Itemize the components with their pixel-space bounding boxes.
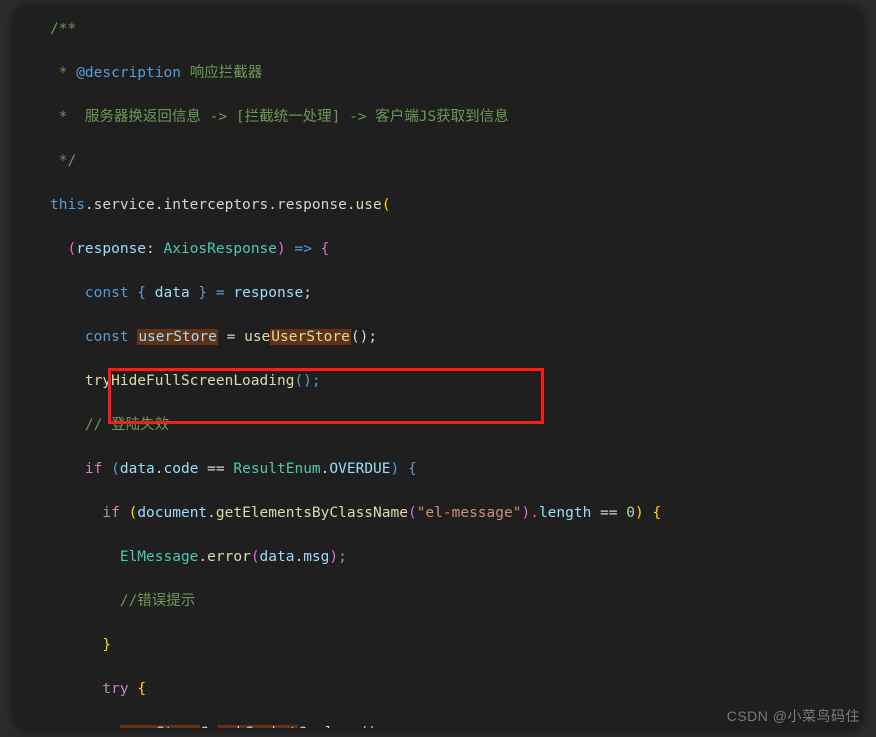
brace: {	[129, 285, 155, 301]
method-use: use	[356, 197, 382, 213]
op-eq: ==	[198, 461, 233, 477]
fn-userstore: UserStore	[270, 329, 351, 345]
var-data: data	[155, 285, 190, 301]
enum-resultenum: ResultEnum	[233, 461, 320, 477]
var-document: document	[137, 505, 207, 521]
paren: (	[102, 461, 119, 477]
fn-close: close	[316, 725, 360, 728]
fn-error: error	[207, 549, 251, 565]
paren: )	[277, 241, 294, 257]
parens: ();	[294, 373, 320, 389]
indent	[50, 461, 85, 477]
comment: /**	[50, 21, 76, 37]
paren: ).	[521, 505, 538, 521]
prop-websocket: webSocket	[218, 725, 299, 728]
comment: */	[50, 153, 76, 169]
dot: .	[294, 549, 303, 565]
comment: //错误提示	[120, 593, 195, 609]
paren: (	[382, 197, 391, 213]
indent: (	[50, 241, 76, 257]
brace: {	[129, 681, 146, 697]
parens: ();	[360, 725, 386, 728]
number-zero: 0	[626, 505, 635, 521]
enum-overdue: OVERDUE	[329, 461, 390, 477]
param-response: response	[76, 241, 146, 257]
indent	[50, 505, 102, 521]
indent	[50, 681, 102, 697]
comment: // 登陆失效	[85, 417, 169, 433]
indent	[50, 417, 85, 433]
prop-length: length	[539, 505, 591, 521]
op-optional: ?.	[298, 725, 315, 728]
comment: * 服务器换返回信息 -> [拦截统一处理] -> 客户端JS获取到信息	[50, 109, 509, 125]
string-el-message: "el-message"	[417, 505, 522, 521]
jsdoc-tag: @description	[76, 65, 181, 81]
var-userstore: userStore	[120, 725, 201, 728]
brace-close: }	[50, 637, 111, 653]
indent	[50, 373, 85, 389]
brace: ) {	[391, 461, 417, 477]
dot: .	[155, 461, 164, 477]
arrow: =>	[294, 241, 311, 257]
paren: (	[408, 505, 417, 521]
comment: 响应拦截器	[181, 65, 262, 81]
prop-code: code	[164, 461, 199, 477]
brace: } =	[190, 285, 234, 301]
paren: );	[329, 549, 346, 565]
var-userstore: userStore	[137, 329, 218, 345]
keyword-this: this	[50, 197, 85, 213]
watermark: CSDN @小菜鸟码住	[727, 705, 860, 727]
keyword-if: if	[85, 461, 102, 477]
var-response: response	[233, 285, 303, 301]
dot: .	[198, 549, 207, 565]
var-data: data	[120, 461, 155, 477]
parens: ();	[351, 329, 377, 345]
space	[129, 329, 138, 345]
keyword-const: const	[85, 285, 129, 301]
semi: ;	[303, 285, 312, 301]
dot: .	[207, 505, 216, 521]
member-chain: .service.interceptors.response.	[85, 197, 356, 213]
keyword-if: if	[102, 505, 119, 521]
assign: =	[218, 329, 244, 345]
type-axiosresponse: AxiosResponse	[164, 241, 278, 257]
comment: *	[50, 65, 76, 81]
class-elmessage: ElMessage	[120, 549, 199, 565]
brace: ) {	[635, 505, 661, 521]
indent	[50, 549, 120, 565]
brace: {	[312, 241, 329, 257]
paren: (	[251, 549, 260, 565]
indent	[50, 329, 85, 345]
code-editor[interactable]: /** * @description 响应拦截器 * 服务器换返回信息 -> […	[14, 6, 862, 728]
indent	[50, 593, 120, 609]
keyword-const: const	[85, 329, 129, 345]
paren: (	[120, 505, 137, 521]
code-block: /** * @description 响应拦截器 * 服务器换返回信息 -> […	[14, 18, 862, 728]
keyword-try: try	[102, 681, 128, 697]
fn-use: use	[244, 329, 270, 345]
fn-getelements: getElementsByClassName	[216, 505, 408, 521]
indent	[50, 285, 85, 301]
indent	[50, 725, 120, 728]
fn-tryhide: tryHideFullScreenLoading	[85, 373, 295, 389]
colon: :	[146, 241, 163, 257]
var-data: data	[260, 549, 295, 565]
op-optional: ?.	[200, 725, 217, 728]
op-eq: ==	[591, 505, 626, 521]
prop-msg: msg	[303, 549, 329, 565]
